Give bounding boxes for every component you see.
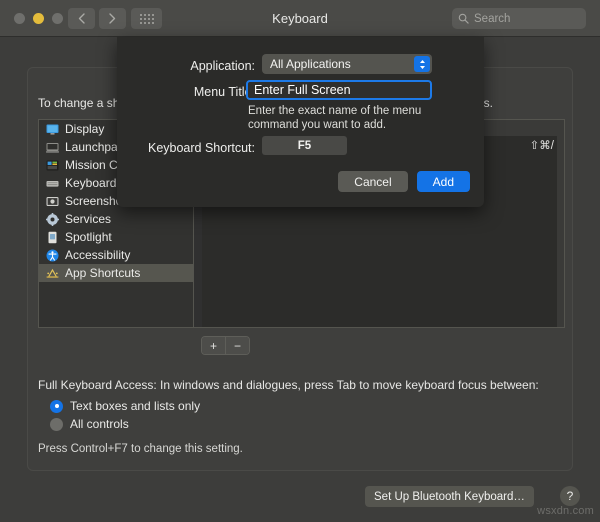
radio-text-boxes-and-lists-only[interactable]: Text boxes and lists only: [50, 399, 200, 413]
show-all-button[interactable]: [131, 8, 162, 29]
shortcut-key-value[interactable]: ⇧⌘/: [530, 138, 554, 152]
keyboard-shortcut-input[interactable]: F5: [262, 136, 347, 155]
sidebar-item-label: Display: [65, 122, 105, 136]
remove-shortcut-button[interactable]: −: [225, 337, 249, 354]
maximize-button[interactable]: [52, 13, 63, 24]
sidebar-item-label: Spotlight: [65, 230, 112, 244]
set-up-bluetooth-keyboard-button[interactable]: Set Up Bluetooth Keyboard…: [365, 486, 534, 507]
add-shortcut-button[interactable]: +: [202, 337, 225, 354]
radio-label: All controls: [70, 417, 129, 431]
forward-button[interactable]: [99, 8, 126, 29]
show-all-icon: [139, 13, 154, 24]
close-button[interactable]: [14, 13, 25, 24]
chevron-updown-glyph: [419, 59, 425, 69]
navigation-buttons: [68, 8, 126, 29]
help-button[interactable]: ?: [560, 486, 580, 506]
back-button[interactable]: [68, 8, 95, 29]
keyboard-preferences-window: Keyboard Search To change a shortcut, se…: [0, 0, 600, 522]
display-icon: [46, 124, 59, 135]
application-label: Application:: [190, 59, 255, 73]
chevron-right-icon: [109, 13, 116, 24]
full-keyboard-access-description: Full Keyboard Access: In windows and dia…: [38, 378, 539, 392]
application-popup-button[interactable]: All Applications: [262, 54, 432, 74]
search-icon: [458, 13, 469, 24]
keyboard-shortcut-label: Keyboard Shortcut:: [147, 141, 255, 155]
add-shortcut-sheet: Application: All Applications Menu Title…: [117, 37, 484, 207]
radio-all-controls[interactable]: All controls: [50, 417, 129, 431]
chevron-up-down-icon: [414, 56, 430, 72]
title-bar: Keyboard Search: [0, 0, 600, 37]
sidebar-item-spotlight[interactable]: Spotlight: [39, 228, 193, 246]
mission-control-icon: [46, 160, 59, 170]
minimize-button[interactable]: [33, 13, 44, 24]
sidebar-item-services[interactable]: Services: [39, 210, 193, 228]
services-icon: [46, 212, 59, 226]
chevron-left-icon: [78, 13, 85, 24]
sidebar-item-label: Accessibility: [65, 248, 131, 262]
add-button[interactable]: Add: [416, 171, 470, 192]
radio-indicator[interactable]: [50, 399, 63, 413]
screenshot-icon: [46, 196, 59, 206]
radio-indicator[interactable]: [50, 417, 63, 431]
accessibility-icon: [46, 249, 59, 261]
traffic-lights: [14, 13, 63, 24]
spotlight-icon: [48, 231, 57, 243]
application-value: All Applications: [270, 57, 351, 71]
watermark: wsxdn.com: [537, 505, 594, 517]
sidebar-item-label: Services: [65, 212, 112, 226]
launchpad-icon: [46, 142, 59, 153]
search-input[interactable]: Search: [474, 13, 510, 25]
sidebar-item-label: Keyboard: [65, 176, 117, 190]
menu-title-label: Menu Title:: [193, 85, 255, 99]
sidebar-item-accessibility[interactable]: Accessibility: [39, 246, 193, 264]
radio-label: Text boxes and lists only: [70, 399, 201, 413]
app-shortcuts-icon: [46, 268, 59, 278]
keyboard-access-hint: Press Control+F7 to change this setting.: [38, 443, 243, 455]
add-remove-group: + −: [201, 336, 250, 355]
search-field[interactable]: Search: [452, 8, 586, 29]
sheet-button-group: Cancel Add: [338, 171, 470, 192]
cancel-button[interactable]: Cancel: [338, 171, 408, 192]
menu-title-helper-text: Enter the exact name of the menu command…: [248, 105, 422, 131]
sidebar-item-app-shortcuts[interactable]: App Shortcuts: [39, 264, 193, 282]
keyboard-icon: [46, 180, 59, 187]
sidebar-item-label: App Shortcuts: [65, 266, 141, 280]
menu-title-input[interactable]: Enter Full Screen: [246, 80, 432, 100]
list-right-gutter: [557, 120, 564, 327]
